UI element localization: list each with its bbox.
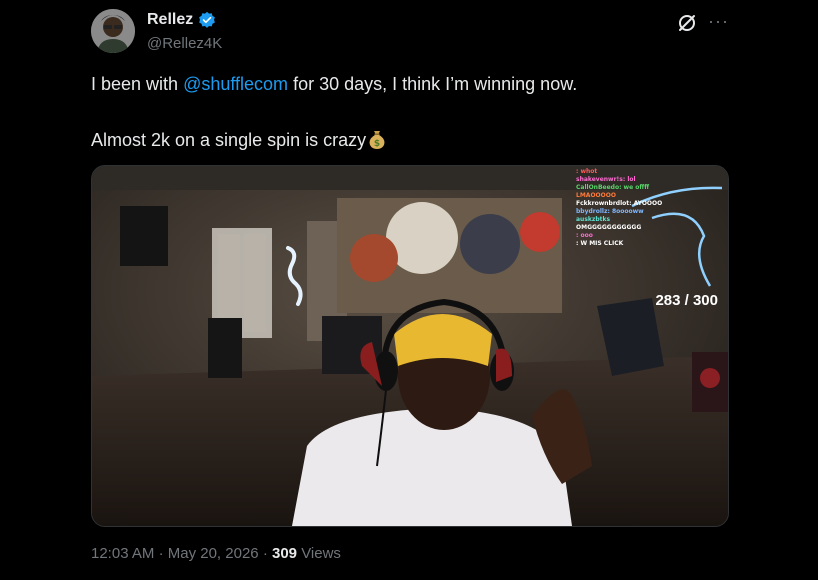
chat-line: : W MIS CLICK (576, 240, 624, 247)
tweet-media-video[interactable]: : whot shakevenwr!s: lol CallOnBeedo: we… (91, 165, 729, 527)
tweet-time[interactable]: 12:03 AM (91, 545, 154, 562)
chat-line: shakevenwr!s: lol (576, 176, 636, 183)
tweet-text-part: for 30 days, I think I’m winning now. (288, 74, 578, 94)
author-row: Rellez (147, 11, 216, 29)
views-label: Views (301, 545, 341, 562)
avatar[interactable] (91, 9, 135, 53)
tweet-date[interactable]: May 20, 2026 (168, 545, 259, 562)
chat-line: Fckkrownbrdlot: AYOOOO (576, 200, 663, 207)
author-handle[interactable]: @Rellez4K (147, 35, 222, 52)
tweet-text-line-2: Almost 2k on a single spin is crazy $ (91, 128, 388, 151)
tweet-text-part: I been with (91, 74, 184, 94)
chat-line: : ooo (576, 232, 593, 239)
author-display-name[interactable]: Rellez (147, 11, 193, 29)
tweet-text-part: Almost 2k on a single spin is crazy (91, 130, 367, 150)
verified-badge-icon[interactable] (198, 11, 216, 29)
chat-line: CallOnBeedo: we offff (576, 184, 650, 191)
chat-line: OMGGGGGGGGGGG (576, 224, 642, 231)
tweet-meta: 12:03 AM · May 20, 2026 · 309 Views (91, 545, 341, 562)
money-bag-emoji: $ (366, 128, 388, 150)
views-count[interactable]: 309 (272, 545, 297, 562)
mention-link[interactable]: @shufflecom (183, 74, 288, 94)
grok-icon[interactable] (677, 13, 697, 33)
chat-line: auskzbtks (576, 216, 611, 223)
separator-dot: · (262, 545, 268, 562)
separator-dot: · (158, 545, 164, 562)
spin-counter: 283 / 300 (655, 292, 718, 309)
chat-line: bbydrollz: 8ooooww (576, 208, 644, 215)
chat-line: LMAOOOOO (576, 192, 616, 199)
more-options-icon[interactable]: ··· (708, 12, 729, 30)
chat-line: : whot (576, 168, 598, 175)
stream-chat-overlay: : whot shakevenwr!s: lol CallOnBeedo: we… (576, 168, 724, 248)
tweet-text-line-1: I been with @shufflecom for 30 days, I t… (91, 74, 577, 95)
svg-text:$: $ (374, 139, 380, 149)
